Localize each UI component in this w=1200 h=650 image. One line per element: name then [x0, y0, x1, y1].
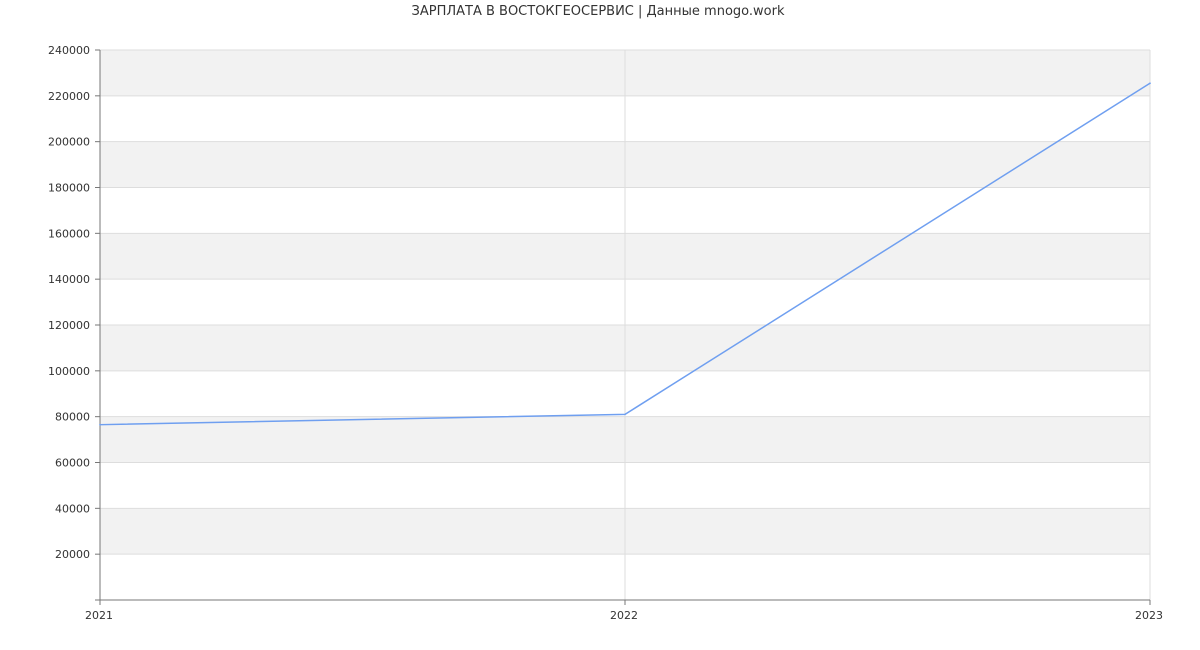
y-tick-label: 60000	[55, 457, 90, 470]
x-tick-label: 2022	[610, 609, 638, 622]
y-tick-label: 120000	[48, 319, 90, 332]
y-tick-label: 180000	[48, 182, 90, 195]
y-tick-label: 220000	[48, 90, 90, 103]
y-tick-label: 140000	[48, 273, 90, 286]
line-chart: 20000 40000 60000 80000 100000 120000 140000 16…	[48, 44, 1163, 622]
y-tick-label: 160000	[48, 227, 90, 240]
y-tick-label: 240000	[48, 44, 90, 57]
data-point	[99, 423, 101, 426]
x-tick-label: 2023	[1135, 609, 1163, 622]
y-tick-label: 80000	[55, 411, 90, 424]
y-tick-label: 200000	[48, 136, 90, 149]
x-tick-label: 2021	[85, 609, 113, 622]
x-axis-ticks: 2021 2022 2023	[85, 600, 1163, 622]
y-tick-label: 100000	[48, 365, 90, 378]
data-point	[1149, 82, 1151, 85]
data-point	[624, 413, 626, 416]
y-tick-label: 40000	[55, 502, 90, 515]
y-tick-label: 20000	[55, 548, 90, 561]
y-axis-ticks: 20000 40000 60000 80000 100000 120000 140000 16…	[48, 44, 100, 601]
